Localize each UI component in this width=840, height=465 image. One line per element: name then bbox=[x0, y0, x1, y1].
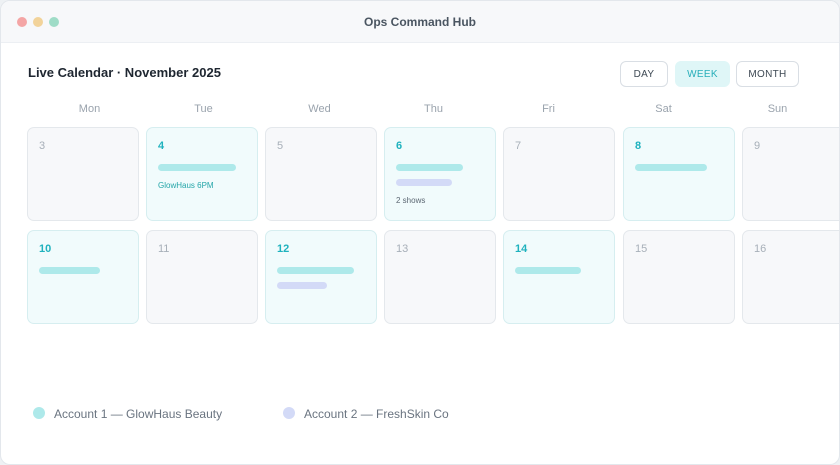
day-cell-10[interactable]: 10 bbox=[27, 230, 139, 324]
view-day-button[interactable]: DAY bbox=[620, 61, 668, 87]
day-cell-7[interactable]: 7 bbox=[503, 127, 615, 221]
day-cell-5[interactable]: 5 bbox=[265, 127, 377, 221]
day-number: 13 bbox=[396, 243, 409, 255]
account1-event-bar[interactable] bbox=[158, 164, 236, 171]
day-number: 7 bbox=[515, 140, 522, 152]
account2-legend-label: Account 2 — FreshSkin Co bbox=[304, 407, 449, 421]
day-number: 4 bbox=[158, 140, 165, 152]
weekday-header: Fri bbox=[542, 103, 555, 115]
app-window: Ops Command Hub Live Calendar · November… bbox=[0, 0, 840, 465]
view-month-button[interactable]: MONTH bbox=[736, 61, 799, 87]
weekday-header: Sun bbox=[767, 103, 788, 115]
window-title: Ops Command Hub bbox=[363, 15, 476, 29]
day-cell-9[interactable]: 9 bbox=[742, 127, 839, 221]
account1-event-bar[interactable] bbox=[635, 164, 707, 171]
calendar-heading: Live Calendar · November 2025 bbox=[28, 65, 221, 80]
title-bar: Ops Command Hub bbox=[1, 1, 839, 43]
day-number: 16 bbox=[754, 243, 767, 255]
day-number: 15 bbox=[635, 243, 648, 255]
day-cell-8[interactable]: 8 bbox=[623, 127, 735, 221]
day-number: 5 bbox=[277, 140, 284, 152]
event-note: GlowHaus 6PM bbox=[158, 181, 214, 190]
day-cell-16[interactable]: 16 bbox=[742, 230, 839, 324]
day-cell-14[interactable]: 14 bbox=[503, 230, 615, 324]
account1-event-bar[interactable] bbox=[396, 164, 463, 171]
event-note: 2 shows bbox=[396, 196, 426, 205]
day-cell-12[interactable]: 12 bbox=[265, 230, 377, 324]
account1-legend-label: Account 1 — GlowHaus Beauty bbox=[54, 407, 223, 421]
day-number: 8 bbox=[635, 140, 642, 152]
account1-event-bar[interactable] bbox=[277, 267, 354, 274]
day-cell-3[interactable]: 3 bbox=[27, 127, 139, 221]
account1-event-bar[interactable] bbox=[39, 267, 100, 274]
day-number: 14 bbox=[515, 243, 528, 255]
day-number: 11 bbox=[158, 243, 170, 255]
account2-legend-dot bbox=[283, 407, 295, 419]
account2-event-bar[interactable] bbox=[277, 282, 327, 289]
day-number: 10 bbox=[39, 243, 52, 255]
weekday-header: Mon bbox=[78, 103, 101, 115]
weekday-header: Tue bbox=[194, 103, 213, 115]
day-number: 12 bbox=[277, 243, 290, 255]
view-week-button[interactable]: WEEK bbox=[675, 61, 730, 87]
account1-legend-dot bbox=[33, 407, 45, 419]
weekday-header: Sat bbox=[655, 103, 672, 115]
day-cell-15[interactable]: 15 bbox=[623, 230, 735, 324]
day-cell-11[interactable]: 11 bbox=[146, 230, 258, 324]
day-number: 6 bbox=[396, 140, 403, 152]
day-cell-13[interactable]: 13 bbox=[384, 230, 496, 324]
account2-event-bar[interactable] bbox=[396, 179, 452, 186]
day-number: 9 bbox=[754, 140, 761, 152]
weekday-header: Wed bbox=[308, 103, 331, 115]
account1-event-bar[interactable] bbox=[515, 267, 581, 274]
day-cell-6[interactable]: 6 2 shows bbox=[384, 127, 496, 221]
day-number: 3 bbox=[39, 140, 46, 152]
day-cell-4[interactable]: 4 GlowHaus 6PM bbox=[146, 127, 258, 221]
weekday-header: Thu bbox=[424, 103, 443, 115]
